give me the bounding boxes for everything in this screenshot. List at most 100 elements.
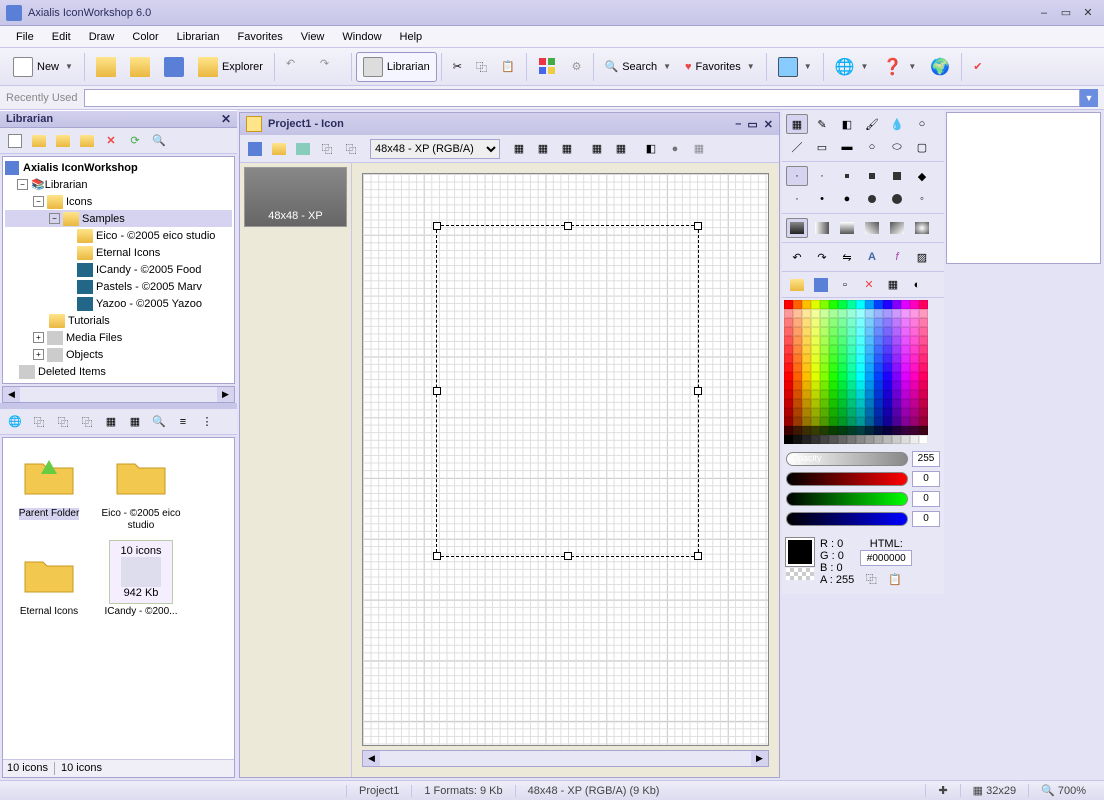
thumb-zoom[interactable]: 🔍 bbox=[148, 411, 170, 433]
menu-window[interactable]: Window bbox=[334, 29, 389, 45]
menu-librarian[interactable]: Librarian bbox=[169, 29, 228, 45]
web-button[interactable]: 🌐▼ bbox=[828, 52, 876, 82]
menu-favorites[interactable]: Favorites bbox=[229, 29, 290, 45]
pal-save[interactable] bbox=[810, 274, 832, 296]
picker-tool[interactable]: 💧 bbox=[886, 114, 908, 134]
favorites-button[interactable]: ♥Favorites▼ bbox=[678, 52, 762, 82]
lib-new-button[interactable] bbox=[4, 130, 26, 152]
tree-tutorials[interactable]: Tutorials bbox=[5, 312, 232, 329]
doc-save[interactable] bbox=[244, 138, 266, 160]
brush-dot1[interactable]: · bbox=[786, 189, 808, 209]
paste-button[interactable]: 📋 bbox=[494, 52, 522, 82]
paste-html[interactable]: 📋 bbox=[884, 568, 906, 590]
copy-html[interactable]: ⿻ bbox=[860, 568, 882, 590]
bg-swatch[interactable] bbox=[786, 568, 814, 580]
lib-import-button[interactable] bbox=[52, 130, 74, 152]
brush-circle1[interactable]: ● bbox=[836, 189, 858, 209]
doc-delformat[interactable]: ▦ bbox=[532, 138, 554, 160]
grad-d1[interactable] bbox=[861, 218, 883, 238]
filter[interactable]: ▨ bbox=[911, 247, 933, 267]
sel-handle-sw[interactable] bbox=[433, 552, 441, 560]
librarian-button[interactable]: Librarian bbox=[356, 52, 437, 82]
fill-tool[interactable]: ○ bbox=[911, 114, 933, 134]
eraser-tool[interactable]: ◧ bbox=[836, 114, 858, 134]
lib-refresh-button[interactable]: ⟳ bbox=[124, 130, 146, 152]
thumb-copy[interactable]: ⿻ bbox=[28, 411, 50, 433]
filledrect-tool[interactable]: ▬ bbox=[836, 137, 858, 157]
thumbs-area[interactable]: Parent Folder Eico - ©2005 eico studio E… bbox=[2, 437, 235, 778]
brush-custom[interactable]: ◦ bbox=[911, 189, 933, 209]
open-button[interactable] bbox=[89, 52, 123, 82]
filledellipse-tool[interactable]: ⬭ bbox=[886, 137, 908, 157]
doc-export[interactable] bbox=[292, 138, 314, 160]
tree-root[interactable]: Axialis IconWorkshop bbox=[5, 159, 232, 176]
doc-paste[interactable]: ⿻ bbox=[340, 138, 362, 160]
sel-handle-nw[interactable] bbox=[433, 222, 441, 230]
html-color-input[interactable] bbox=[860, 550, 912, 566]
pal-del[interactable]: ✕ bbox=[858, 274, 880, 296]
brush-circle2[interactable] bbox=[861, 189, 883, 209]
selection-rect[interactable] bbox=[436, 225, 699, 556]
green-slider[interactable]: 0 bbox=[786, 490, 940, 508]
tree-objects[interactable]: +Objects bbox=[5, 346, 232, 363]
doc-close[interactable]: ✕ bbox=[764, 118, 773, 131]
pal-open[interactable] bbox=[786, 274, 808, 296]
grad-solid[interactable] bbox=[786, 218, 808, 238]
format-combo[interactable]: 48x48 - XP (RGB/A) bbox=[370, 139, 500, 159]
thumb-icandy[interactable]: 10 icons942 Kb ICandy - ©200... bbox=[99, 540, 183, 618]
roundrect-tool[interactable]: ▢ bbox=[911, 137, 933, 157]
new-button[interactable]: New▼ bbox=[6, 52, 80, 82]
blue-slider[interactable]: 0 bbox=[786, 510, 940, 528]
windows-button[interactable] bbox=[531, 52, 565, 82]
save-button[interactable] bbox=[157, 52, 191, 82]
undo-button[interactable]: ↶ bbox=[279, 52, 313, 82]
fg-swatch[interactable] bbox=[786, 538, 814, 566]
menu-edit[interactable]: Edit bbox=[44, 29, 79, 45]
copy-button[interactable]: ⿻ bbox=[469, 52, 494, 82]
tree-deleted[interactable]: Deleted Items bbox=[5, 363, 232, 380]
thumb-grid2[interactable]: ▦ bbox=[124, 411, 146, 433]
brush-4px[interactable] bbox=[861, 166, 883, 186]
menu-draw[interactable]: Draw bbox=[81, 29, 123, 45]
sel-handle-ne[interactable] bbox=[694, 222, 702, 230]
sel-handle-e[interactable] bbox=[694, 387, 702, 395]
red-slider[interactable]: 0 bbox=[786, 470, 940, 488]
doc-layer1[interactable]: ◧ bbox=[640, 138, 662, 160]
brush-diamond[interactable]: ◆ bbox=[911, 166, 933, 186]
sel-handle-se[interactable] bbox=[694, 552, 702, 560]
doc-maximize[interactable]: ▭ bbox=[747, 118, 757, 131]
brush-dot2[interactable]: • bbox=[811, 189, 833, 209]
minimize-button[interactable]: – bbox=[1034, 4, 1054, 22]
flip-h[interactable]: ⇋ bbox=[836, 247, 858, 267]
brush-5px[interactable] bbox=[886, 166, 908, 186]
thumb-eico[interactable]: Eico - ©2005 eico studio bbox=[99, 442, 183, 532]
pal-opt1[interactable]: ▦ bbox=[882, 274, 904, 296]
line-tool[interactable]: ／ bbox=[786, 137, 808, 157]
redo-button[interactable]: ↷ bbox=[313, 52, 347, 82]
brush-circle3[interactable] bbox=[886, 189, 908, 209]
grad-v[interactable] bbox=[836, 218, 858, 238]
lib-newfolder-button[interactable] bbox=[28, 130, 50, 152]
pal-new[interactable]: ▫ bbox=[834, 274, 856, 296]
menu-file[interactable]: File bbox=[8, 29, 42, 45]
recently-used-dropdown[interactable]: ▼ bbox=[1080, 89, 1098, 107]
thumb-paste[interactable]: ⿻ bbox=[52, 411, 74, 433]
thumb-view1[interactable]: 🌐 bbox=[4, 411, 26, 433]
format-item[interactable]: 48x48 - XP bbox=[244, 167, 347, 227]
doc-minimize[interactable]: – bbox=[735, 118, 741, 131]
doc-copy[interactable]: ⿻ bbox=[316, 138, 338, 160]
rect-tool[interactable]: ▭ bbox=[811, 137, 833, 157]
doc-addformat[interactable]: ▦ bbox=[508, 138, 530, 160]
tree-librarian[interactable]: −📚Librarian bbox=[5, 176, 232, 193]
tree-icons[interactable]: −Icons bbox=[5, 193, 232, 210]
tree-samples[interactable]: −Samples bbox=[5, 210, 232, 227]
tree-item[interactable]: Pastels - ©2005 Marv bbox=[5, 278, 232, 295]
tree-item[interactable]: Yazoo - ©2005 Yazoo bbox=[5, 295, 232, 312]
brush-1px[interactable]: · bbox=[786, 166, 808, 186]
doc-grid1[interactable]: ▦ bbox=[586, 138, 608, 160]
opacity-slider[interactable]: Opacity255 bbox=[786, 450, 940, 468]
librarian-close-button[interactable]: ✕ bbox=[221, 112, 231, 126]
tree-hscroll[interactable]: ◀▶ bbox=[2, 386, 235, 403]
restore-button[interactable]: ▭ bbox=[1056, 4, 1076, 22]
settings-button[interactable]: ⚙ bbox=[565, 52, 589, 82]
